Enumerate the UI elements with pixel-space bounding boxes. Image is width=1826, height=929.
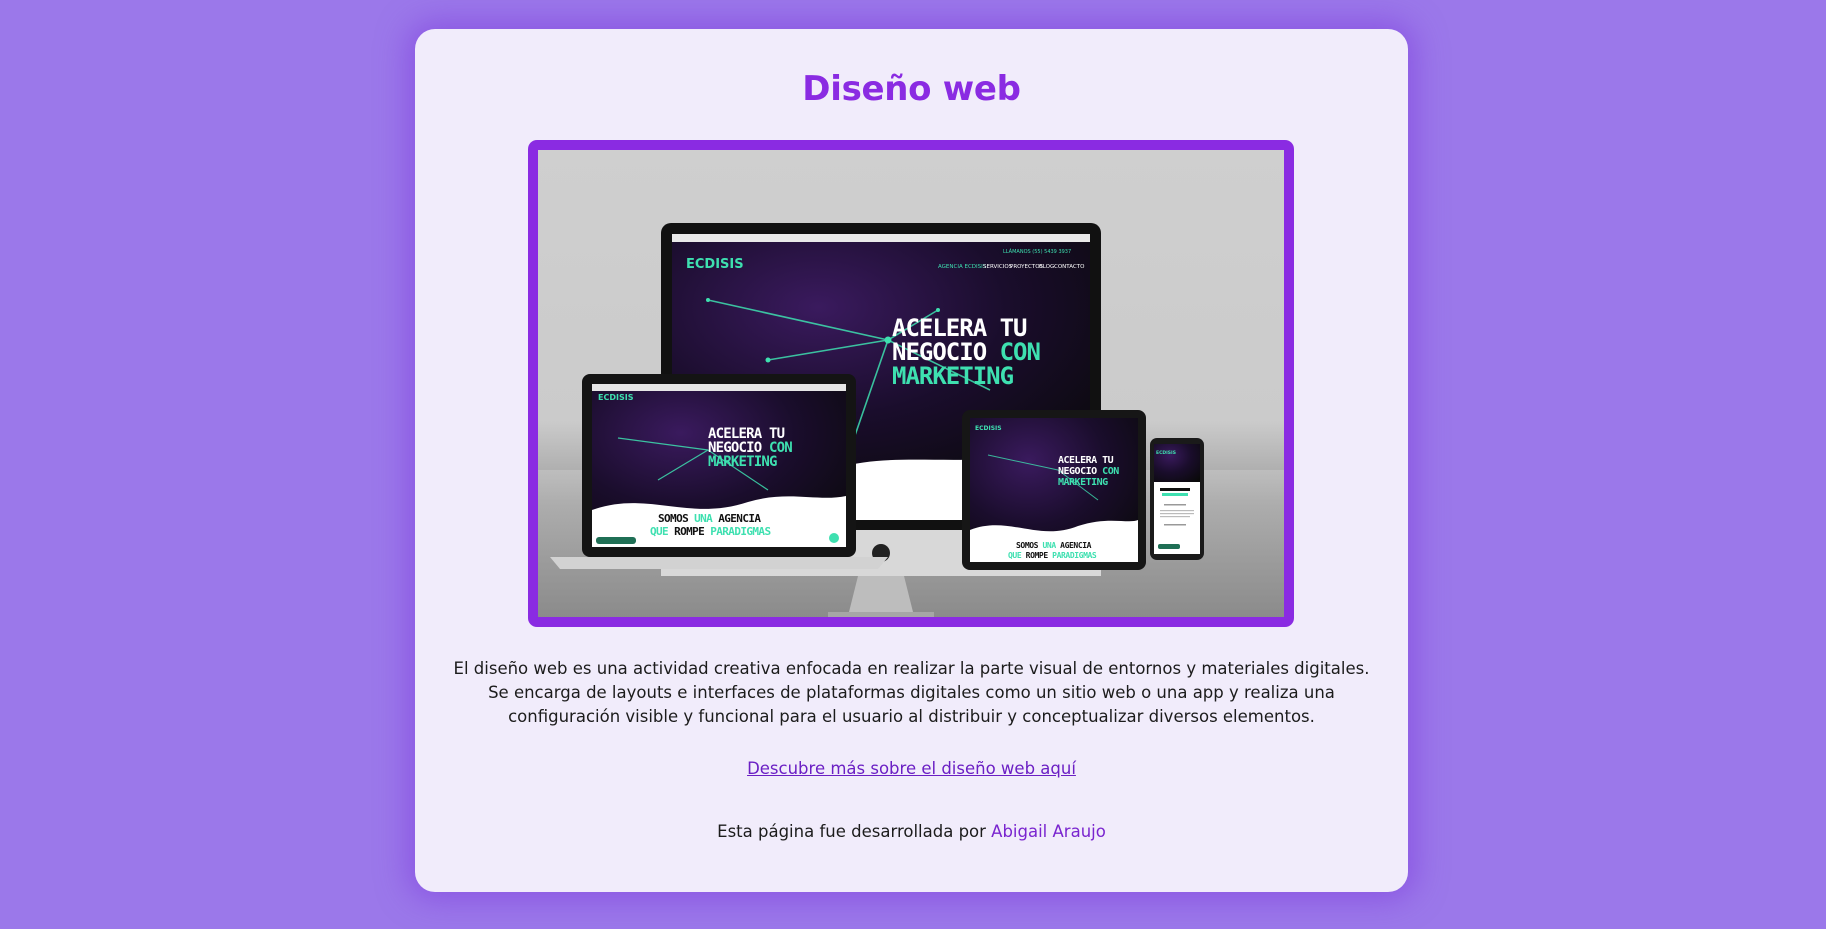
content-card: Diseño web ECDISIS AGENCIA ECDISIS SERVI… xyxy=(415,29,1408,892)
svg-text:LLÁMANOS (55) 5439 3937: LLÁMANOS (55) 5439 3937 xyxy=(1003,248,1071,255)
author-credit: Esta página fue desarrollada por Abigail… xyxy=(415,822,1408,841)
svg-text:SOMOS UNA AGENCIA: SOMOS UNA AGENCIA xyxy=(1016,541,1092,550)
svg-text:QUE ROMPE PARADIGMAS: QUE ROMPE PARADIGMAS xyxy=(1008,551,1097,560)
svg-text:CONTACTO: CONTACTO xyxy=(1054,264,1085,270)
svg-text:ECDISIS: ECDISIS xyxy=(975,425,1002,432)
page-title: Diseño web xyxy=(802,69,1021,109)
svg-text:ECDISIS: ECDISIS xyxy=(686,257,744,272)
svg-text:MARKETING: MARKETING xyxy=(708,454,777,470)
svg-text:AGENCIA ECDISIS: AGENCIA ECDISIS xyxy=(938,264,987,270)
svg-text:MARKETING: MARKETING xyxy=(892,362,1014,390)
phone-mockup: ECDISIS xyxy=(1150,438,1204,560)
svg-text:BLOG: BLOG xyxy=(1039,264,1054,270)
credit-prefix: Esta página fue desarrollada por xyxy=(717,822,992,841)
svg-text:SERVICIOS: SERVICIOS xyxy=(983,264,1013,270)
svg-text:NEGOCIO CON: NEGOCIO CON xyxy=(1058,466,1119,477)
svg-text:ECDISIS: ECDISIS xyxy=(1156,450,1176,456)
laptop-mockup: ECDISIS ACELERA TU NEGOCIO CON MARKETING… xyxy=(550,374,888,569)
svg-text:QUE ROMPE PARADIGMAS: QUE ROMPE PARADIGMAS xyxy=(650,525,770,538)
learn-more-link[interactable]: Descubre más sobre el diseño web aquí xyxy=(415,759,1408,778)
svg-text:MARKETING: MARKETING xyxy=(1058,477,1108,488)
svg-text:ACELERA TU: ACELERA TU xyxy=(1058,455,1114,466)
tablet-mockup: ECDISIS ACELERA TU NEGOCIO CON MARKETING… xyxy=(962,410,1146,570)
svg-text:ECDISIS: ECDISIS xyxy=(598,393,634,402)
description-paragraph: El diseño web es una actividad creativa … xyxy=(453,659,1370,726)
author-name: Abigail Araujo xyxy=(991,822,1106,841)
svg-text:SOMOS UNA AGENCIA: SOMOS UNA AGENCIA xyxy=(658,512,761,525)
web-design-image-frame: ECDISIS AGENCIA ECDISIS SERVICIOS PROYEC… xyxy=(528,140,1294,627)
web-design-mockup-image: ECDISIS AGENCIA ECDISIS SERVICIOS PROYEC… xyxy=(538,150,1284,617)
